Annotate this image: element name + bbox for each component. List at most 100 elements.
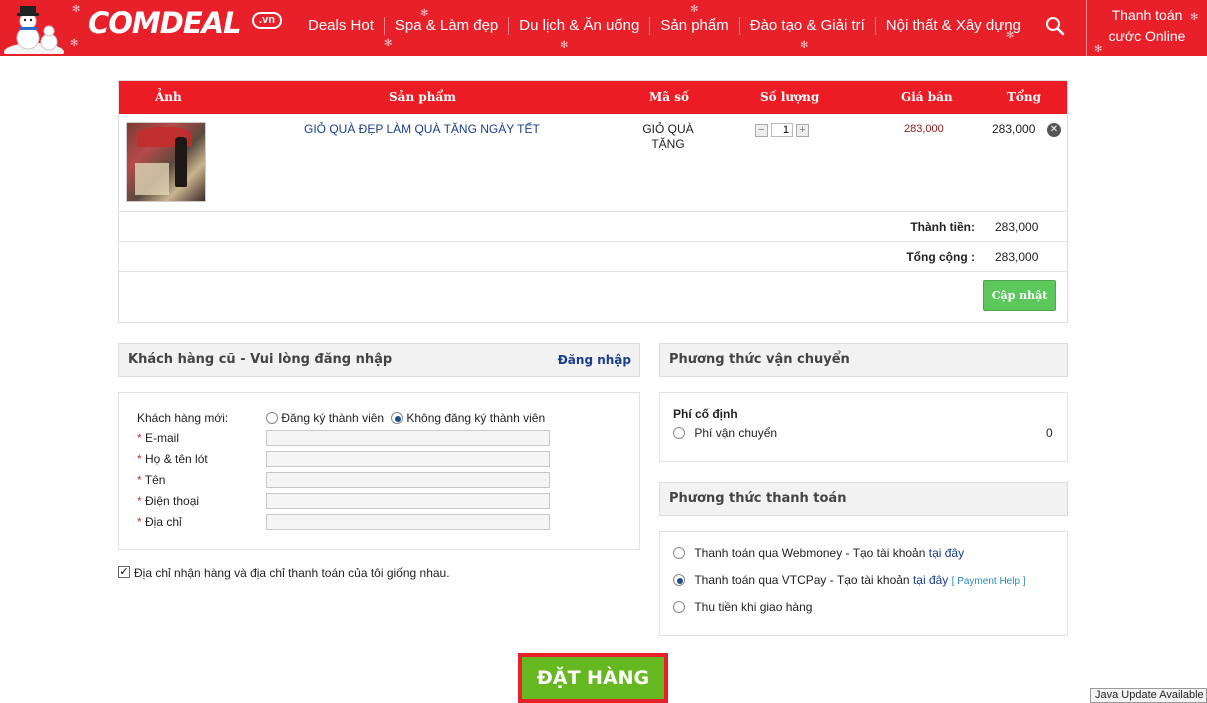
- row-divider: [119, 241, 1067, 242]
- shipping-radio[interactable]: [673, 427, 685, 439]
- row-divider: [119, 271, 1067, 272]
- shipping-fee: 0: [1046, 426, 1053, 440]
- phone-label-text: Điện thoại: [145, 494, 200, 508]
- snowman-icon: [4, 6, 64, 54]
- new-customer-label: Khách hàng mới:: [137, 411, 229, 425]
- address-field[interactable]: [266, 514, 550, 530]
- email-label-text: E-mail: [145, 431, 180, 445]
- shipping-option[interactable]: Phí vận chuyển: [673, 426, 777, 440]
- register-radio[interactable]: [266, 412, 278, 424]
- returning-customer-panel: Khách hàng cũ - Vui lòng đăng nhập Đăng …: [118, 343, 640, 377]
- quantity-stepper: − +: [755, 123, 809, 137]
- site-header: ✻ ✻ ✻ ✻ ✻ ✻ ✻ ✻ ✻ ✻ COMDEAL .vn Deals Ho…: [0, 0, 1207, 56]
- same-address-label: Địa chỉ nhận hàng và địa chỉ thanh toán …: [134, 566, 450, 580]
- column-header-quantity: Số lượng: [760, 90, 820, 104]
- payment-option-cod[interactable]: Thu tiền khi giao hàng: [673, 600, 812, 614]
- first-name-field[interactable]: [266, 472, 550, 488]
- quantity-input[interactable]: [771, 123, 793, 137]
- place-order-button[interactable]: ĐẶT HÀNG: [518, 653, 668, 703]
- nav-item-spa[interactable]: Spa & Làm đẹp: [385, 17, 510, 35]
- vtcpay-label: Thanh toán qua VTCPay - Tạo tài khoản: [694, 573, 910, 587]
- webmoney-radio[interactable]: [673, 547, 685, 559]
- payment-panel-title: Phương thức thanh toán: [659, 482, 1068, 516]
- grand-total-label: Tổng cộng :: [906, 250, 975, 264]
- same-address-checkbox[interactable]: ✓: [118, 566, 130, 578]
- nav-item-products[interactable]: Sản phẩm: [650, 17, 740, 35]
- quantity-decrease-button[interactable]: −: [755, 123, 768, 137]
- vtcpay-signup-link[interactable]: tại đây: [913, 573, 948, 587]
- product-code: GIỎ QUÀ TẶNG: [634, 122, 702, 152]
- quantity-increase-button[interactable]: +: [796, 123, 809, 137]
- site-logo[interactable]: COMDEAL: [88, 6, 242, 40]
- required-mark: *: [137, 473, 142, 487]
- pay-online-link[interactable]: Thanh toán cước Online: [1086, 0, 1207, 56]
- nav-item-travel-food[interactable]: Du lịch & Ăn uống: [509, 17, 651, 35]
- email-field[interactable]: [266, 430, 550, 446]
- vtcpay-radio[interactable]: [673, 574, 685, 586]
- register-option[interactable]: Đăng ký thành viên: [266, 411, 384, 425]
- phone-label: * Điện thoại: [137, 494, 199, 508]
- pay-online-line1: Thanh toán: [1111, 7, 1183, 23]
- main-nav: Deals Hot Spa & Làm đẹp Du lịch & Ăn uốn…: [298, 0, 1031, 52]
- product-code-line1: GIỎ QUÀ: [642, 122, 694, 136]
- shipping-option-label: Phí vận chuyển: [694, 426, 778, 440]
- nav-item-furniture[interactable]: Nội thất & Xây dựng: [876, 17, 1031, 35]
- java-update-notice[interactable]: Java Update Available: [1090, 688, 1207, 703]
- column-header-code: Mã số: [649, 90, 689, 104]
- no-register-option-label: Không đăng ký thành viên: [406, 411, 546, 425]
- required-mark: *: [137, 431, 142, 445]
- webmoney-signup-link[interactable]: tại đây: [929, 546, 964, 560]
- no-register-radio[interactable]: [391, 412, 403, 424]
- nav-item-deals-hot[interactable]: Deals Hot: [298, 17, 385, 35]
- shipping-panel-title: Phương thức vận chuyển: [659, 343, 1068, 377]
- product-name-link[interactable]: GIỎ QUÀ ĐẸP LÀM QUÀ TẶNG NGÀY TẾT: [304, 122, 540, 136]
- first-name-label-text: Tên: [144, 473, 166, 487]
- address-label-text: Địa chỉ: [145, 515, 182, 529]
- product-image[interactable]: [126, 122, 206, 202]
- site-logo-suffix[interactable]: .vn: [252, 12, 282, 29]
- payment-option-vtcpay[interactable]: Thanh toán qua VTCPay - Tạo tài khoản tạ…: [673, 573, 1026, 587]
- row-divider: [119, 211, 1067, 212]
- email-label: * E-mail: [137, 431, 179, 445]
- required-mark: *: [137, 515, 142, 529]
- address-label: * Địa chỉ: [137, 515, 182, 529]
- subtotal-value: 283,000: [995, 220, 1039, 234]
- column-header-price: Giá bán: [901, 90, 953, 104]
- search-icon[interactable]: [1044, 15, 1066, 37]
- cod-radio[interactable]: [673, 601, 685, 613]
- cod-label: Thu tiền khi giao hàng: [694, 600, 813, 614]
- remove-item-icon[interactable]: ✕: [1047, 123, 1061, 137]
- no-register-option[interactable]: Không đăng ký thành viên: [391, 411, 545, 425]
- phone-field[interactable]: [266, 493, 550, 509]
- cart-table: Ảnh Sản phẩm Mã số Số lượng Giá bán Tổng…: [118, 80, 1068, 323]
- product-code-line2: TẶNG: [651, 137, 685, 151]
- required-mark: *: [137, 452, 142, 466]
- snowflake-icon: ✻: [72, 4, 81, 15]
- payment-option-webmoney[interactable]: Thanh toán qua Webmoney - Tạo tài khoản …: [673, 546, 964, 560]
- unit-price: 283,000: [904, 123, 944, 135]
- first-name-label: * Tên: [137, 473, 165, 487]
- webmoney-label: Thanh toán qua Webmoney - Tạo tài khoản: [694, 546, 926, 560]
- returning-customer-title: Khách hàng cũ - Vui lòng đăng nhập: [128, 352, 393, 367]
- payment-help-link[interactable]: [ Payment Help ]: [952, 576, 1026, 587]
- update-cart-button[interactable]: Cập nhật: [983, 280, 1056, 311]
- fixed-fee-label: Phí cố định: [673, 407, 738, 421]
- column-header-image: Ảnh: [155, 90, 182, 104]
- cart-header-row: Ảnh Sản phẩm Mã số Số lượng Giá bán Tổng: [119, 81, 1067, 114]
- column-header-total: Tổng: [1007, 90, 1042, 104]
- line-total: 283,000: [992, 122, 1036, 136]
- last-name-label: * Họ & tên lót: [137, 452, 208, 466]
- pay-online-line2: cước Online: [1108, 28, 1186, 44]
- checkout-page: ✻ ✻ ✻ ✻ ✻ ✻ ✻ ✻ ✻ ✻ COMDEAL .vn Deals Ho…: [0, 0, 1207, 703]
- login-link[interactable]: Đăng nhập: [558, 344, 631, 376]
- place-order-label: ĐẶT HÀNG: [522, 657, 664, 699]
- last-name-label-text: Họ & tên lót: [145, 452, 208, 466]
- required-mark: *: [137, 494, 142, 508]
- grand-total-value: 283,000: [995, 250, 1039, 264]
- register-option-label: Đăng ký thành viên: [281, 411, 385, 425]
- nav-item-training[interactable]: Đào tạo & Giải trí: [740, 17, 876, 35]
- last-name-field[interactable]: [266, 451, 550, 467]
- snowflake-icon: ✻: [70, 38, 79, 49]
- subtotal-label: Thành tiền:: [910, 220, 975, 234]
- column-header-product: Sản phẩm: [389, 90, 456, 104]
